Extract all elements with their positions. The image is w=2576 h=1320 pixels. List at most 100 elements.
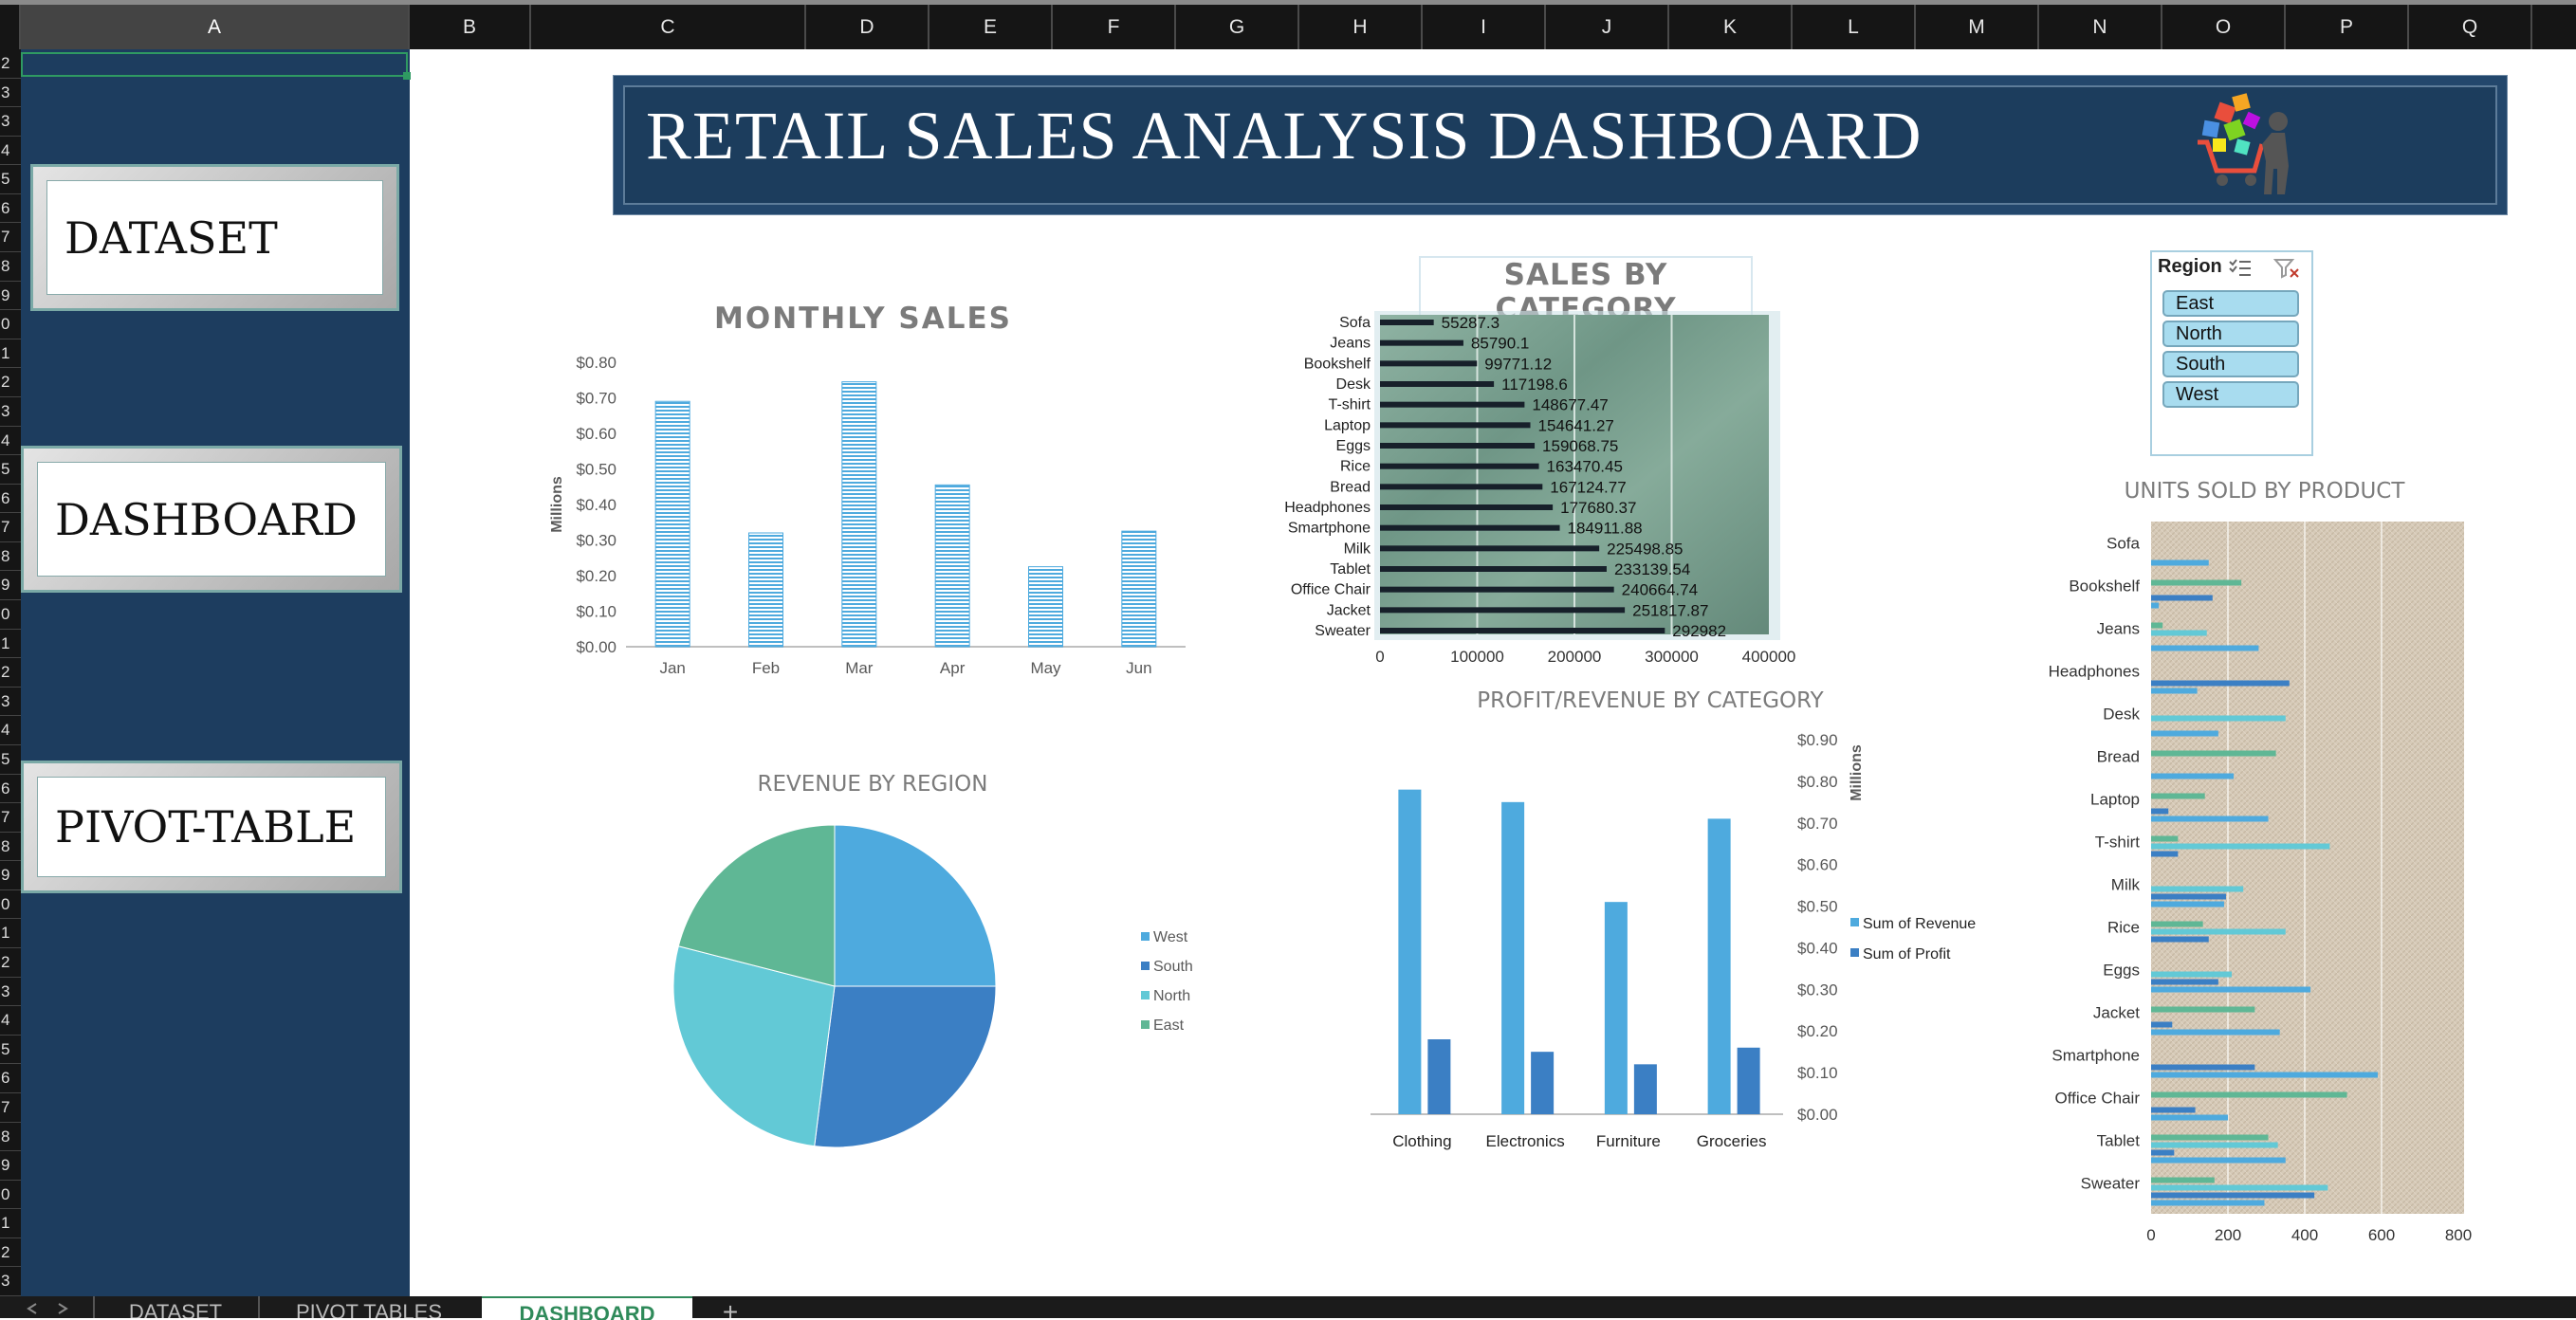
row-header[interactable]: 5 (0, 745, 21, 775)
row-header[interactable]: 5 (0, 165, 21, 194)
tab-dataset[interactable]: DATASET (93, 1296, 256, 1318)
column-header[interactable]: E (929, 5, 1053, 49)
column-header[interactable]: J (1546, 5, 1669, 49)
sheet-nav-arrows-icon[interactable] (19, 1302, 76, 1315)
row-header[interactable]: 9 (0, 571, 21, 601)
column-header[interactable]: Q (2409, 5, 2532, 49)
add-sheet-button[interactable]: + (702, 1296, 759, 1318)
bar (1380, 607, 1626, 614)
column-header[interactable]: I (1423, 5, 1546, 49)
row-header[interactable]: 6 (0, 485, 21, 514)
units-sold-title: UNITS SOLD BY PRODUCT (2124, 479, 2405, 504)
row-header[interactable]: 7 (0, 803, 21, 833)
dataset-button-label: DATASET (64, 211, 278, 264)
clear-filter-icon[interactable] (2273, 258, 2300, 279)
bar (841, 381, 877, 648)
row-header[interactable]: 3 (0, 688, 21, 717)
column-header[interactable]: C (531, 5, 806, 49)
column-header[interactable]: P (2286, 5, 2409, 49)
tab-pivot-tables[interactable]: PIVOT TABLES (258, 1296, 478, 1318)
bar (1380, 545, 1600, 552)
dashboard-button[interactable]: DASHBOARD (21, 446, 402, 593)
row-header[interactable]: 4 (0, 1006, 21, 1036)
column-header[interactable]: F (1053, 5, 1176, 49)
slicer-item-north[interactable]: North (2162, 321, 2299, 347)
column-header[interactable]: L (1793, 5, 1916, 49)
slicer-item-south[interactable]: South (2162, 351, 2299, 377)
sheet-tab-bar: DATASET PIVOT TABLES DASHBOARD + (0, 1296, 2576, 1320)
row-header[interactable]: 3 (0, 107, 21, 137)
row-header[interactable]: 0 (0, 600, 21, 630)
row-header[interactable]: 8 (0, 1123, 21, 1152)
pivot-table-button[interactable]: PIVOT-TABLE (21, 761, 402, 893)
bar (2151, 808, 2169, 815)
column-header[interactable]: N (2039, 5, 2162, 49)
bar (2151, 1134, 2269, 1141)
row-header[interactable]: 3 (0, 978, 21, 1007)
row-header[interactable]: 0 (0, 890, 21, 920)
row-header[interactable]: 2 (0, 1238, 21, 1268)
row-header[interactable]: 5 (0, 455, 21, 485)
dataset-button[interactable]: DATASET (30, 164, 399, 311)
tab-dashboard[interactable]: DASHBOARD (482, 1296, 692, 1320)
row-header[interactable]: 3 (0, 397, 21, 427)
data-label: 163470.45 (1547, 458, 1623, 476)
y-tick-label: $0.00 (576, 638, 616, 656)
selected-cell[interactable] (21, 52, 408, 77)
row-header[interactable]: 0 (0, 310, 21, 339)
bar (1028, 566, 1063, 648)
row-header[interactable]: 6 (0, 194, 21, 224)
slicer-item-east[interactable]: East (2162, 290, 2299, 317)
dashboard-title-banner: RETAIL SALES ANALYSIS DASHBOARD (613, 75, 2508, 215)
y-tick-label: Sofa (1339, 315, 1371, 331)
y-tick-label: $0.10 (576, 603, 616, 621)
multi-select-icon[interactable] (2228, 258, 2253, 279)
row-header[interactable]: 1 (0, 1209, 21, 1238)
row-header[interactable]: 1 (0, 339, 21, 369)
row-header[interactable]: 6 (0, 1064, 21, 1093)
row-header[interactable]: 5 (0, 1036, 21, 1065)
row-header[interactable]: 8 (0, 542, 21, 572)
legend-swatch (1850, 948, 1859, 957)
row-header[interactable]: 7 (0, 1093, 21, 1123)
row-header[interactable]: 2 (0, 658, 21, 688)
row-header[interactable]: 7 (0, 513, 21, 542)
row-header[interactable]: 3 (0, 1267, 21, 1296)
row-header[interactable]: 3 (0, 79, 21, 108)
row-header[interactable]: 9 (0, 861, 21, 890)
x-tick-label: Mar (845, 659, 874, 677)
row-header[interactable]: 4 (0, 716, 21, 745)
column-header[interactable]: B (410, 5, 531, 49)
y-tick-label: Milk (2111, 876, 2141, 894)
column-header[interactable]: K (1669, 5, 1793, 49)
row-header[interactable]: 4 (0, 137, 21, 166)
row-header[interactable]: 1 (0, 919, 21, 949)
bar (1380, 320, 1434, 325)
slicer-item-west[interactable]: West (2162, 381, 2299, 408)
column-header[interactable]: G (1176, 5, 1299, 49)
fill-handle[interactable] (403, 72, 411, 80)
y-tick-label: Laptop (1324, 417, 1371, 433)
row-header[interactable]: 7 (0, 223, 21, 253)
row-header[interactable]: 2 (0, 948, 21, 978)
row-header[interactable]: 8 (0, 252, 21, 282)
column-header[interactable]: O (2162, 5, 2286, 49)
legend-label: West (1153, 929, 1188, 945)
row-header[interactable]: 2 (0, 368, 21, 397)
row-header[interactable]: 1 (0, 630, 21, 659)
row-header[interactable]: 9 (0, 1151, 21, 1181)
row-header[interactable]: 6 (0, 775, 21, 804)
row-header[interactable]: 4 (0, 427, 21, 456)
row-header[interactable]: 9 (0, 282, 21, 311)
column-header[interactable]: H (1299, 5, 1423, 49)
row-header[interactable]: 0 (0, 1181, 21, 1210)
column-header[interactable]: M (1916, 5, 2039, 49)
x-tick-label: Feb (752, 659, 780, 677)
row-header[interactable]: 2 (0, 49, 21, 79)
data-label: 148677.47 (1532, 396, 1608, 414)
row-header[interactable]: 8 (0, 833, 21, 862)
select-all-corner[interactable] (0, 5, 21, 49)
column-header[interactable]: A (21, 5, 410, 49)
x-tick-label: 400 (2291, 1226, 2318, 1244)
column-header[interactable]: D (806, 5, 929, 49)
